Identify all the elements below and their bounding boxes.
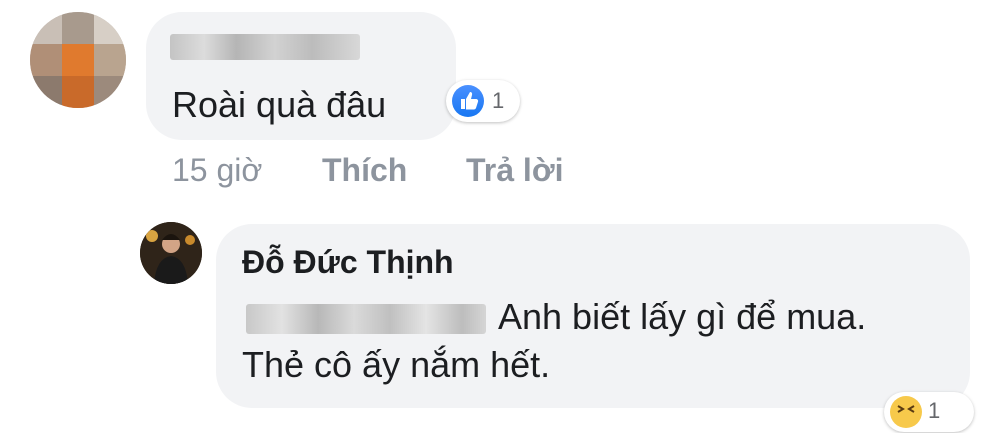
avatar-commenter-2[interactable] [140,222,202,284]
avatar-commenter-1[interactable] [30,12,126,108]
comment-text-2-line-2: Thẻ cô ấy nắm hết. [242,344,551,385]
comment-author-2[interactable]: Đỗ Đức Thịnh [242,244,454,281]
haha-icon [890,396,922,428]
like-icon [452,85,484,117]
blurred-mention [246,304,486,334]
reaction-count-2: 1 [928,398,941,423]
reaction-summary-1[interactable]: 1 [446,80,520,122]
reaction-count-1: 1 [492,88,505,113]
comment-timestamp-1[interactable]: 15 giờ [172,152,262,189]
comment-text-2-line-1: Anh biết lấy gì để mua. [498,296,867,337]
blurred-author-name [170,34,360,60]
like-button[interactable]: Thích [322,152,407,189]
reaction-summary-2[interactable]: 1 [884,392,974,432]
reply-button[interactable]: Trả lời [466,152,563,189]
comment-text-1: Roài quà đâu [172,84,387,125]
